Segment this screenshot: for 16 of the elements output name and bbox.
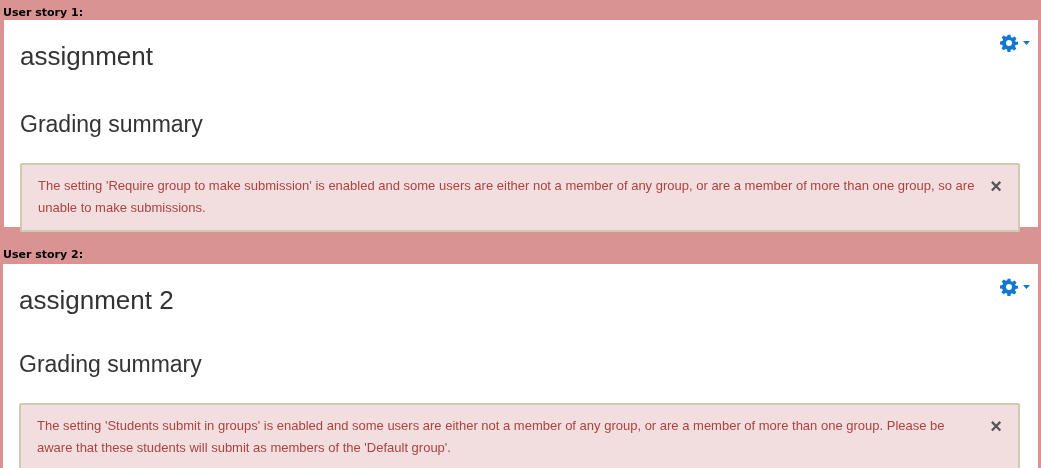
alert-message: The setting 'Require group to make submission' is enabled and some users are either not a member of any group, or are a member of more than one group, so are unable to make submissions.: [38, 177, 976, 217]
caret-icon: [1023, 285, 1030, 289]
story-label: User story 2:: [3, 248, 84, 262]
settings-icon: [1000, 278, 1018, 296]
section-heading: Grading summary: [20, 110, 204, 138]
settings-menu-button[interactable]: [1000, 278, 1030, 296]
page-title: assignment 2: [19, 284, 174, 316]
page-title: assignment: [20, 40, 153, 72]
story-label: User story 1:: [3, 6, 84, 20]
settings-icon: [1000, 34, 1018, 52]
settings-menu-button[interactable]: [1000, 34, 1030, 52]
caret-icon: [1023, 41, 1030, 45]
section-heading: Grading summary: [19, 350, 203, 378]
close-button[interactable]: ×: [982, 175, 1002, 197]
close-button[interactable]: ×: [982, 415, 1002, 437]
alert-message: The setting 'Students submit in groups' is enabled and some users are either not a member of any group, or are a member of more than one group. Please be aware that these students will submit as members of the 'Default group'.: [37, 417, 946, 457]
